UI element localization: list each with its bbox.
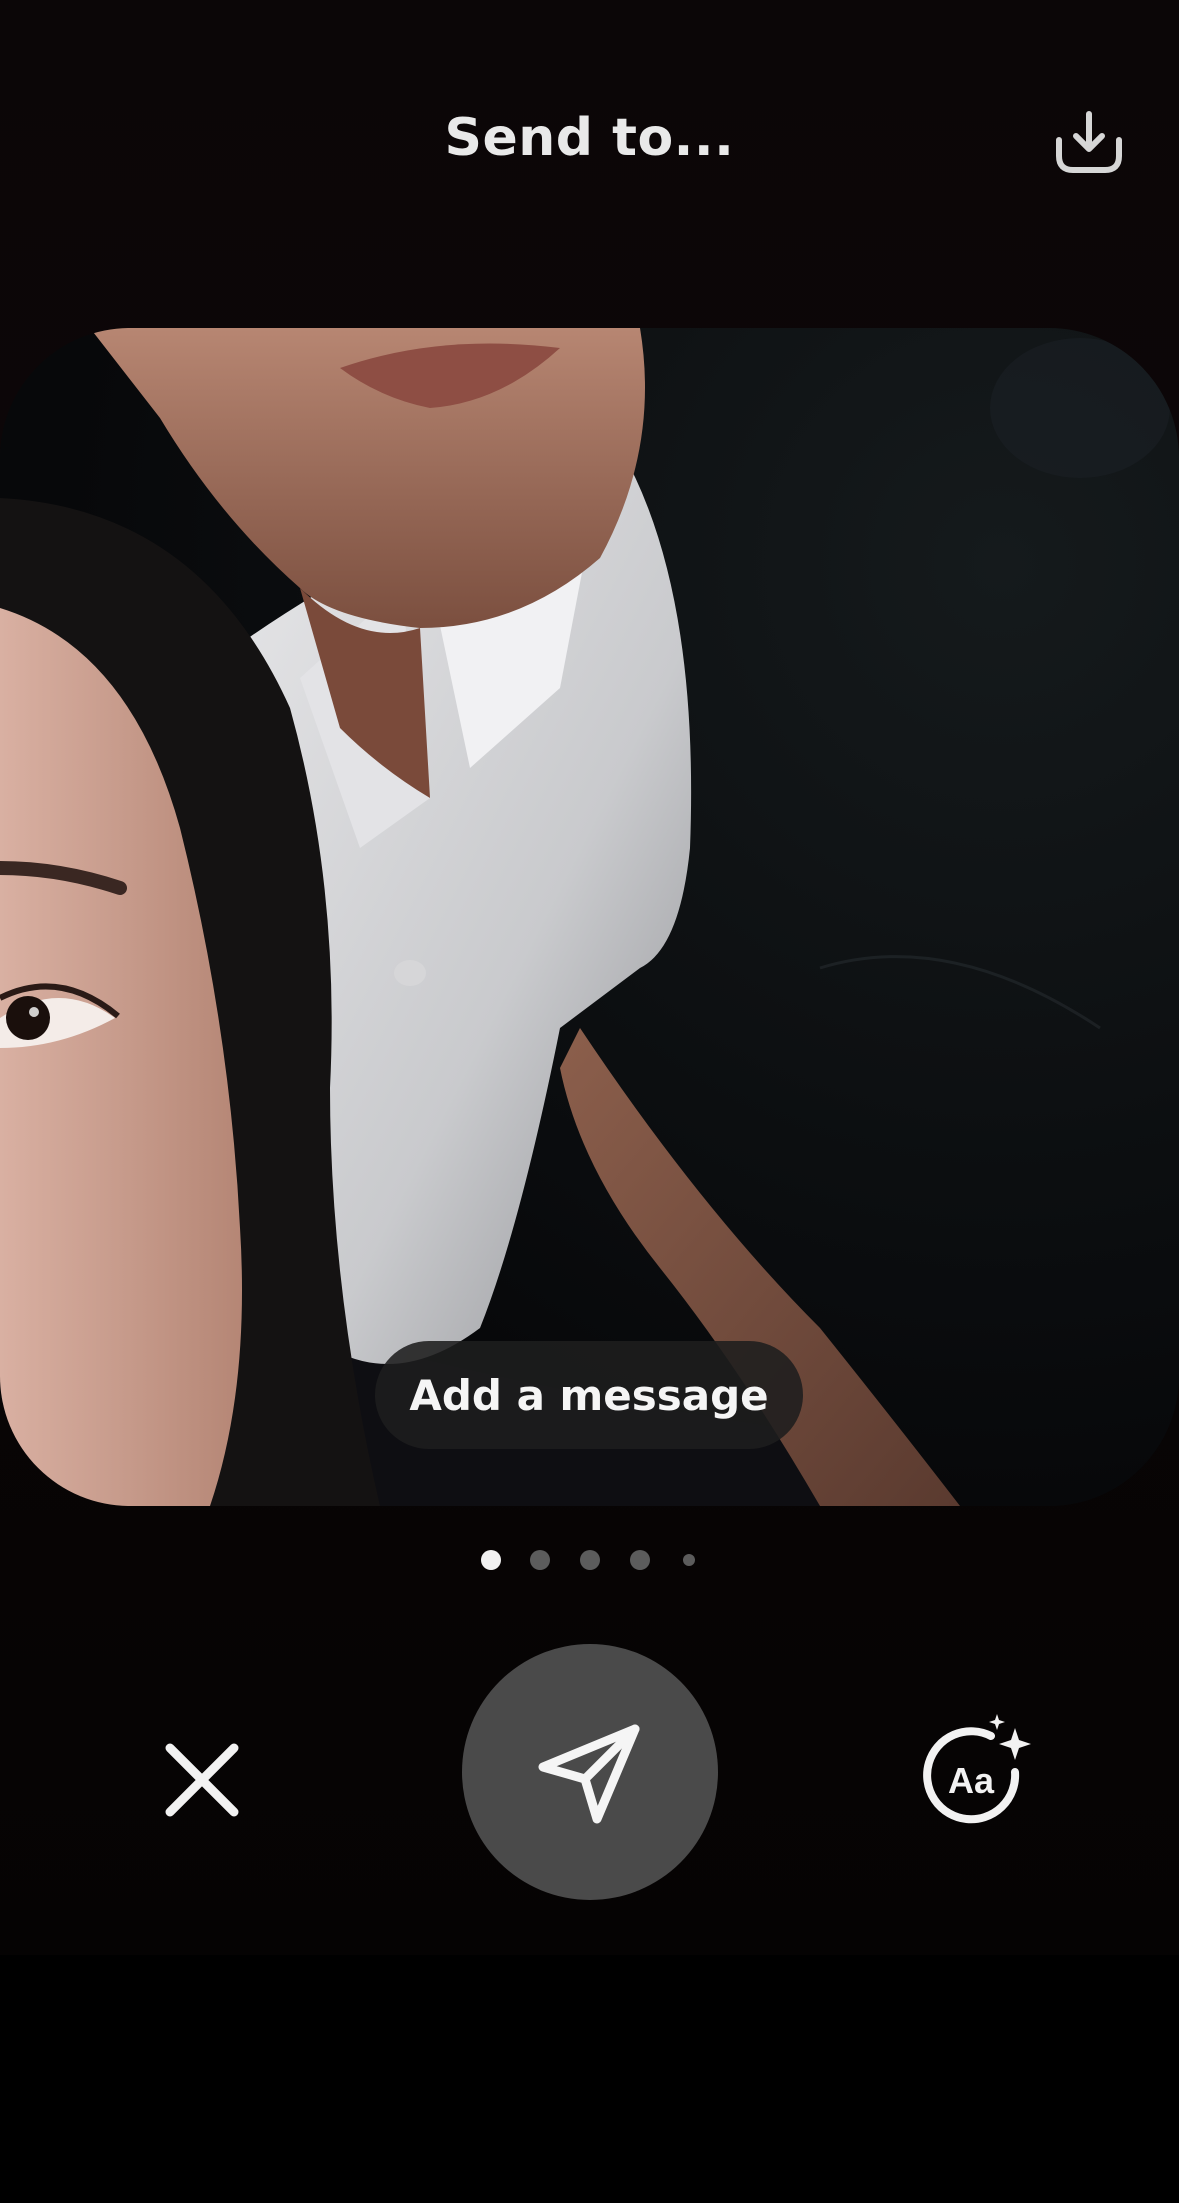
download-button[interactable] (1050, 108, 1128, 178)
page-dot-1[interactable] (481, 1550, 501, 1570)
page-dot-3[interactable] (580, 1550, 600, 1570)
close-button[interactable] (152, 1730, 252, 1830)
svg-text:Aa: Aa (948, 1760, 995, 1801)
close-icon (165, 1743, 239, 1817)
photo-image (0, 328, 1179, 1506)
send-button[interactable] (462, 1644, 718, 1900)
page-dot-4[interactable] (630, 1550, 650, 1570)
page-dot-2[interactable] (530, 1550, 550, 1570)
photo-preview[interactable] (0, 328, 1179, 1506)
text-style-button[interactable]: Aa (910, 1705, 1050, 1845)
page-title: Send to... (444, 108, 735, 168)
add-message-button[interactable]: Add a message (375, 1341, 803, 1449)
page-indicator (0, 1548, 1179, 1572)
download-icon (1056, 111, 1122, 173)
bottom-safe-area (0, 1955, 1179, 2203)
paper-plane-icon (538, 1724, 640, 1824)
text-style-sparkle-icon: Aa (923, 1714, 1031, 1824)
page-dot-5[interactable] (683, 1554, 695, 1566)
